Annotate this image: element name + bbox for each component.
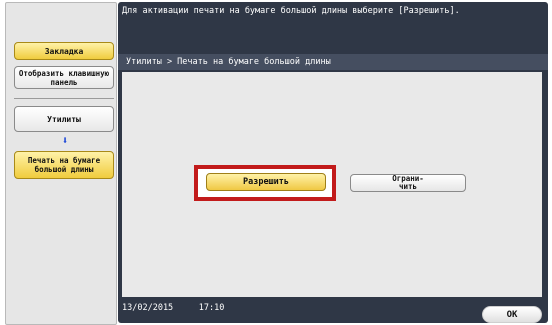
show-keypad-label: Отобразить клавишную панель — [18, 68, 110, 87]
long-paper-label: Печать на бумаге большой длины — [27, 156, 101, 174]
restrict-button[interactable]: Ограни- чить — [350, 174, 466, 192]
sidebar-item-long-paper[interactable]: Печать на бумаге большой длины — [14, 151, 114, 179]
sidebar-divider — [14, 98, 114, 99]
left-sidebar: Закладка Отобразить клавишную панель Ути… — [5, 2, 117, 325]
show-keypad-button[interactable]: Отобразить клавишную панель — [14, 66, 114, 89]
screen: Закладка Отобразить клавишную панель Ути… — [0, 0, 552, 325]
ok-label: OK — [506, 309, 518, 320]
instruction-message: Для активации печати на бумаге большой д… — [122, 6, 460, 16]
sidebar-item-utilities[interactable]: Утилиты — [14, 106, 114, 132]
bookmark-label: Закладка — [44, 46, 84, 56]
time: 17:10 — [198, 303, 225, 313]
breadcrumb: Утилиты > Печать на бумаге большой длины — [118, 54, 548, 70]
utilities-label: Утилиты — [47, 114, 81, 124]
ok-button[interactable]: OK — [482, 306, 542, 323]
breadcrumb-text: Утилиты > Печать на бумаге большой длины — [126, 57, 331, 67]
restrict-label: Ограни- чить — [392, 174, 424, 191]
bookmark-button[interactable]: Закладка — [14, 42, 114, 60]
status-bar: 13/02/2015 17:10 — [122, 303, 224, 313]
allow-button[interactable]: Разрешить — [206, 173, 326, 191]
date: 13/02/2015 — [122, 303, 174, 313]
allow-label: Разрешить — [242, 177, 290, 187]
down-arrow-icon: ⬇ — [61, 134, 69, 147]
